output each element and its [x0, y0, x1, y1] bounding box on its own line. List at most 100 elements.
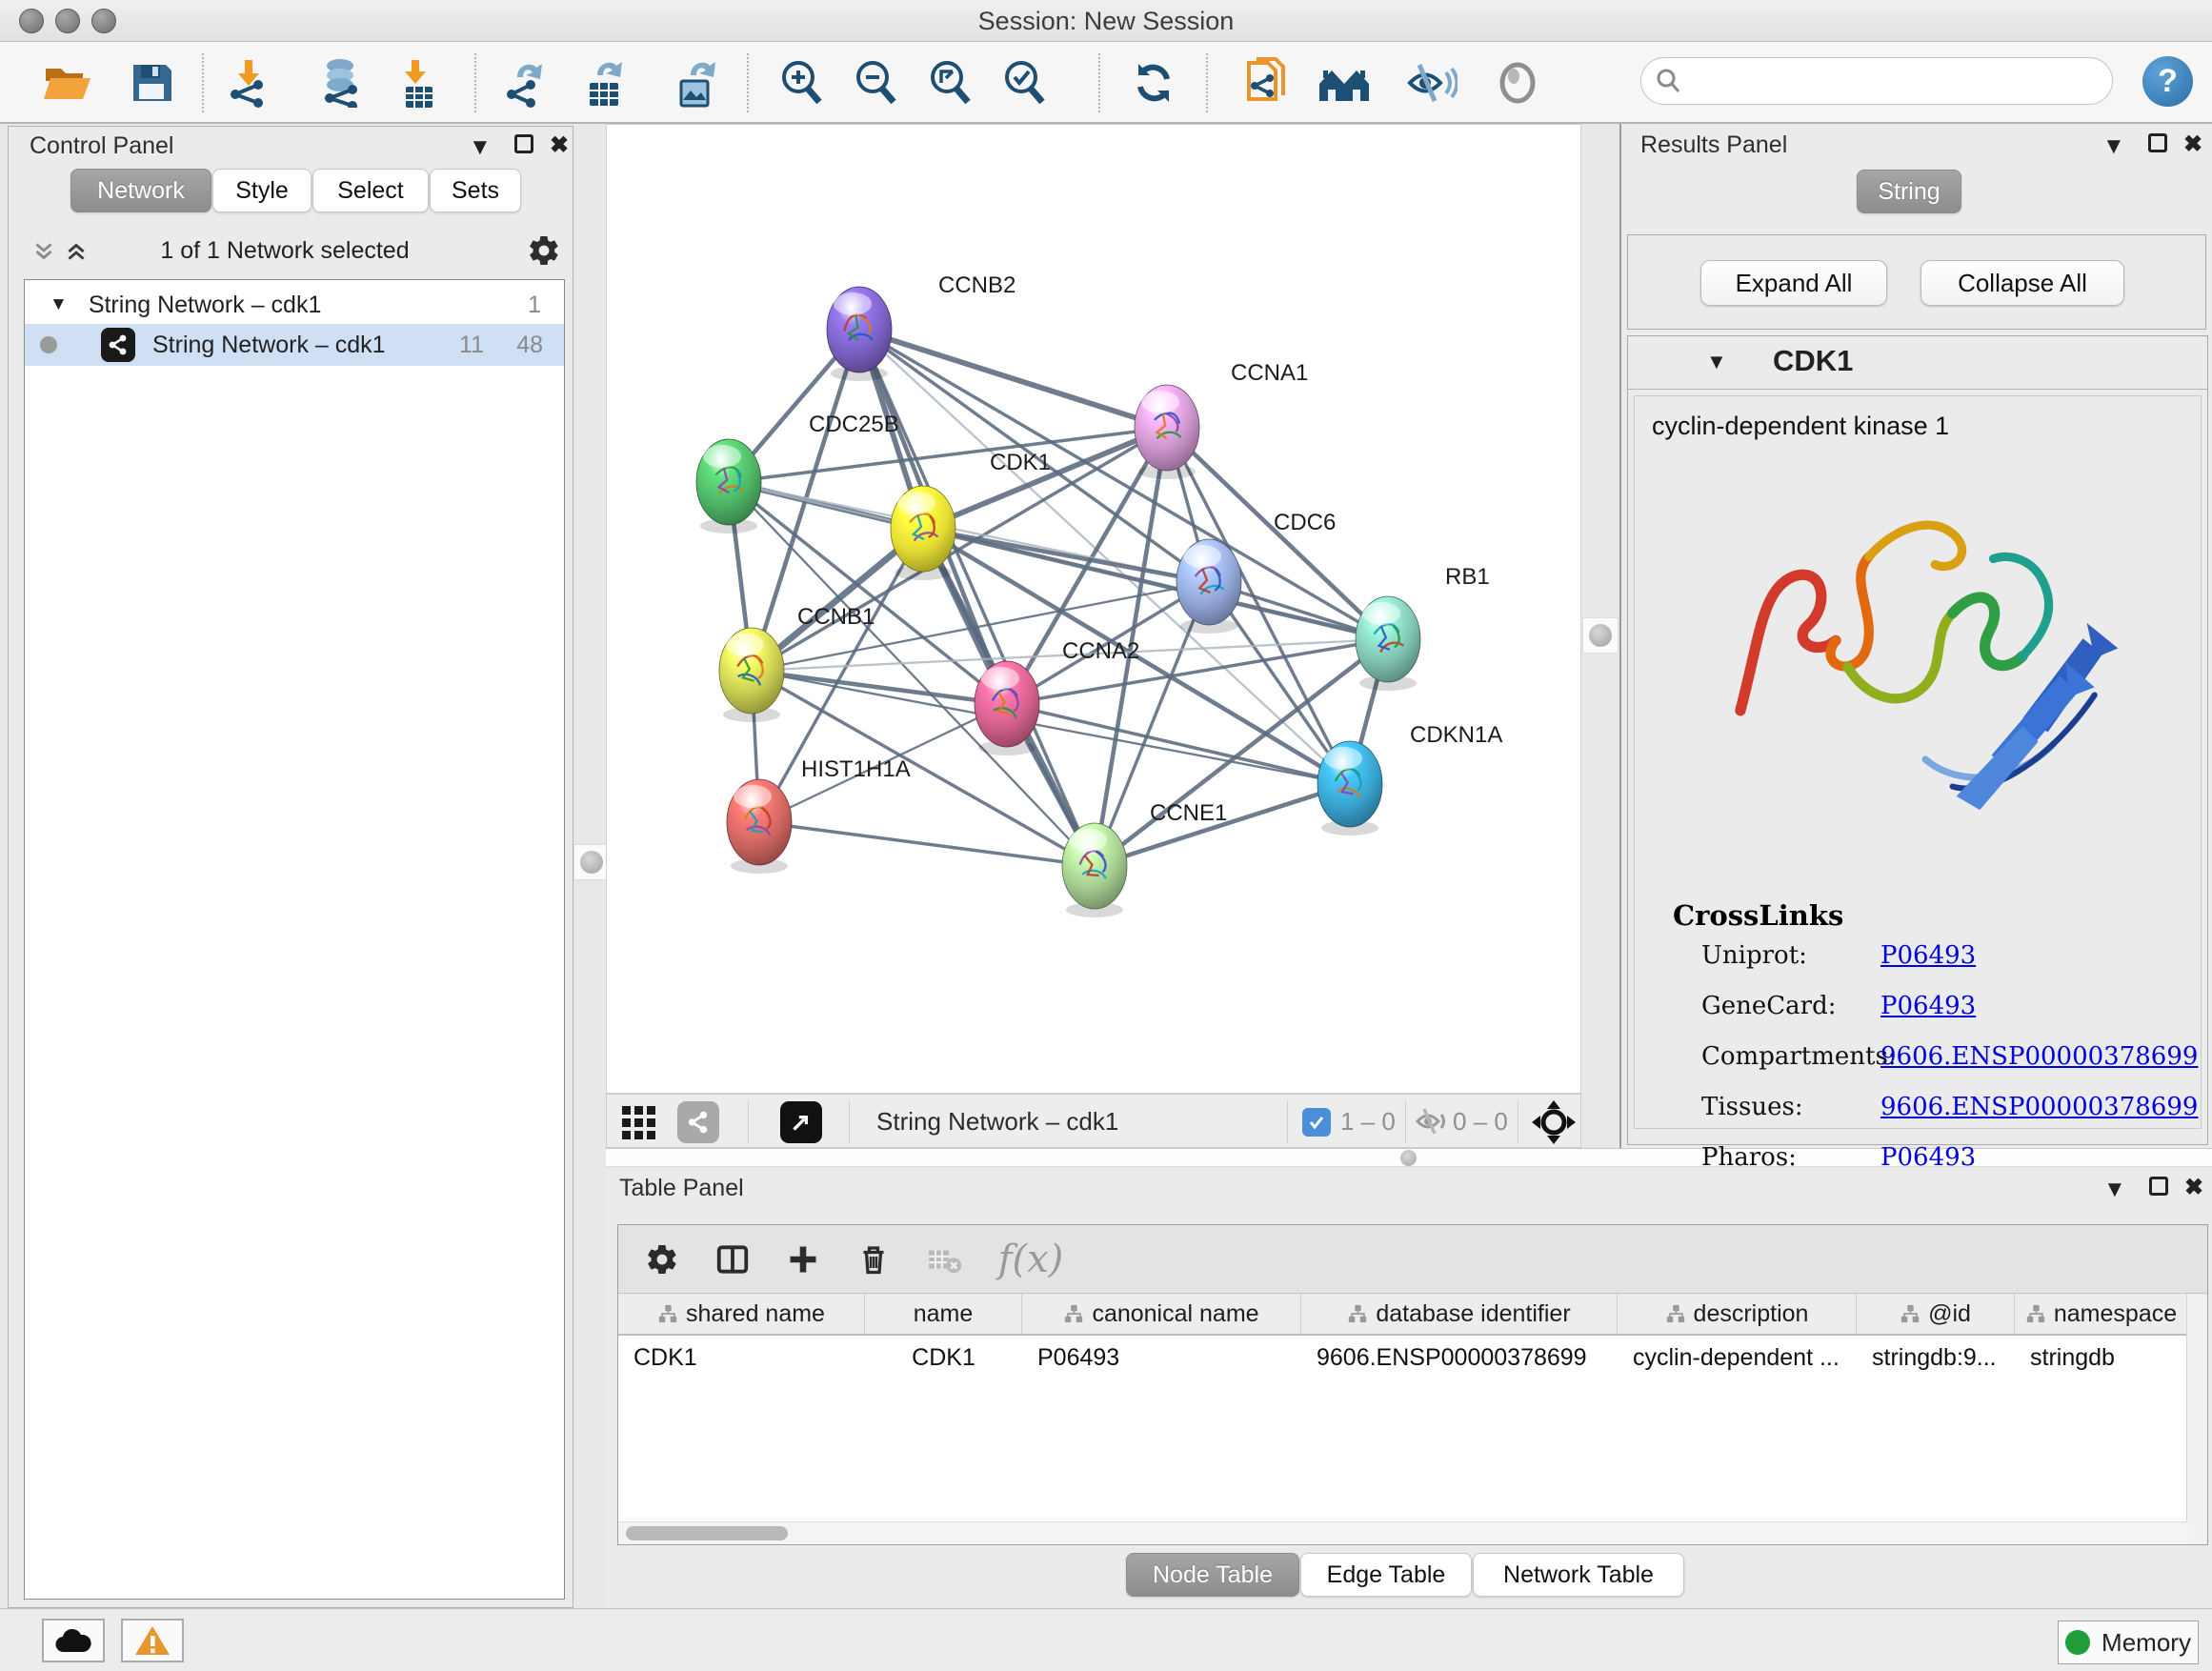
crosslink-value[interactable]: P06493 — [1880, 992, 1976, 1020]
tab-sets[interactable]: Sets — [430, 169, 521, 212]
network-node-RB1[interactable] — [1356, 596, 1420, 682]
tab-network-table[interactable]: Network Table — [1473, 1553, 1684, 1597]
table-panel-float-icon[interactable] — [2149, 1177, 2168, 1200]
network-edge[interactable] — [759, 822, 1095, 866]
show-column-button[interactable] — [706, 1233, 759, 1286]
table-cell[interactable]: cyclin-dependent ... — [1618, 1338, 1857, 1379]
export-image-button[interactable] — [669, 55, 724, 111]
expand-all-button[interactable]: Expand All — [1700, 260, 1887, 306]
add-column-button[interactable] — [776, 1233, 830, 1286]
table-row[interactable]: CDK1CDK1P064939606.ENSP00000378699cyclin… — [618, 1338, 2188, 1379]
open-session-button[interactable] — [40, 55, 95, 111]
protein-entry-header[interactable]: ▼ CDK1 — [1628, 336, 2207, 390]
collapse-all-button[interactable]: Collapse All — [1920, 260, 2124, 306]
table-settings-button[interactable] — [635, 1233, 689, 1286]
search-input[interactable] — [1681, 68, 2081, 94]
network-collection-row[interactable]: ▼ String Network – cdk1 1 — [25, 284, 564, 326]
column-header-database-identifier[interactable]: database identifier — [1301, 1294, 1618, 1334]
right-splitter-grip[interactable] — [1582, 617, 1619, 654]
birdseye-navigator-button[interactable] — [1531, 1099, 1577, 1145]
results-panel-close-icon[interactable]: ✖ — [2183, 133, 2202, 156]
export-table-button[interactable] — [577, 55, 633, 111]
tab-network[interactable]: Network — [70, 169, 211, 212]
table-vertical-scrollbar[interactable] — [2186, 1294, 2207, 1544]
control-panel-float-icon[interactable] — [514, 134, 533, 158]
table-cell[interactable]: CDK1 — [618, 1338, 865, 1379]
column-header-shared-name[interactable]: shared name — [618, 1294, 865, 1334]
import-database-button[interactable] — [312, 55, 368, 111]
eye-slash-icon — [1406, 61, 1458, 105]
refresh-button[interactable] — [1126, 55, 1181, 111]
export-network-button[interactable] — [499, 55, 554, 111]
network-edge[interactable] — [859, 330, 1095, 866]
table-cell[interactable]: stringdb — [2015, 1338, 2188, 1379]
help-button[interactable]: ? — [2142, 56, 2193, 107]
control-panel-menu-icon[interactable]: ▼ — [469, 136, 492, 159]
selected-checkbox[interactable] — [1302, 1108, 1331, 1137]
network-view-mode-button[interactable] — [677, 1101, 719, 1143]
network-canvas[interactable]: CCNB2CCNA1CDC25BCDK1CDC6RB1CCNB1CCNA2CDK… — [606, 124, 1581, 1094]
network-node-CCNA1[interactable] — [1135, 385, 1199, 471]
share-document-button[interactable] — [1238, 55, 1294, 111]
network-node-CCNE1[interactable] — [1062, 823, 1127, 909]
network-node-CCNB1[interactable] — [719, 628, 784, 714]
network-node-CDC25B[interactable] — [696, 439, 761, 525]
show-selection-button[interactable] — [1490, 55, 1545, 111]
network-graph[interactable]: CCNB2CCNA1CDC25BCDK1CDC6RB1CCNB1CCNA2CDK… — [607, 125, 1580, 1093]
column-header-namespace[interactable]: namespace — [2015, 1294, 2188, 1334]
gear-icon[interactable] — [527, 233, 561, 268]
column-header-name[interactable]: name — [865, 1294, 1022, 1334]
network-row-selected[interactable]: String Network – cdk1 11 48 — [25, 324, 564, 366]
left-splitter-grip[interactable] — [573, 844, 610, 880]
tab-string[interactable]: String — [1857, 170, 1961, 213]
crosslink-value[interactable]: 9606.ENSP00000378699 — [1880, 1042, 2198, 1071]
network-edge[interactable] — [859, 330, 1167, 428]
column-header--id[interactable]: @id — [1857, 1294, 2015, 1334]
zoom-out-button[interactable] — [848, 55, 903, 111]
table-cell[interactable]: CDK1 — [865, 1338, 1022, 1379]
tab-select[interactable]: Select — [312, 169, 429, 212]
delete-column-button[interactable] — [847, 1233, 900, 1286]
zoom-in-button[interactable] — [774, 55, 829, 111]
grid-view-button[interactable] — [620, 1102, 660, 1142]
crosslink-value[interactable]: 9606.ENSP00000378699 — [1880, 1093, 2198, 1121]
zoom-fit-button[interactable] — [922, 55, 977, 111]
network-edge[interactable] — [1007, 704, 1350, 784]
table-panel-close-icon[interactable]: ✖ — [2184, 1177, 2203, 1199]
table-cell[interactable]: 9606.ENSP00000378699 — [1301, 1338, 1618, 1379]
network-node-HIST1H1A[interactable] — [727, 779, 792, 865]
network-edge[interactable] — [859, 330, 1388, 639]
cloud-status-button[interactable] — [42, 1619, 105, 1662]
network-home-button[interactable] — [1317, 55, 1372, 111]
network-node-CCNA2[interactable] — [975, 661, 1039, 747]
detach-view-button[interactable] — [780, 1101, 822, 1143]
expand-all-icon[interactable] — [31, 239, 56, 264]
table-horizontal-scrollbar[interactable] — [618, 1521, 2188, 1544]
network-node-CDKN1A[interactable] — [1317, 741, 1382, 827]
warning-status-button[interactable] — [121, 1619, 184, 1662]
save-session-button[interactable] — [124, 55, 179, 111]
zoom-selected-button[interactable] — [996, 55, 1052, 111]
import-table-button[interactable] — [391, 55, 446, 111]
network-node-CCNB2[interactable] — [827, 287, 892, 372]
results-panel-float-icon[interactable] — [2148, 133, 2167, 157]
control-panel-close-icon[interactable]: ✖ — [550, 134, 569, 157]
hide-selection-button[interactable] — [1404, 55, 1459, 111]
table-cell[interactable]: P06493 — [1022, 1338, 1301, 1379]
table-cell[interactable]: stringdb:9... — [1857, 1338, 2015, 1379]
column-header-canonical-name[interactable]: canonical name — [1022, 1294, 1301, 1334]
table-panel-menu-icon[interactable]: ▼ — [2103, 1178, 2126, 1201]
tab-node-table[interactable]: Node Table — [1126, 1553, 1299, 1597]
crosslink-value[interactable]: P06493 — [1880, 941, 1976, 970]
memory-button[interactable]: Memory — [2058, 1621, 2199, 1664]
tab-edge-table[interactable]: Edge Table — [1300, 1553, 1472, 1597]
import-network-button[interactable] — [221, 55, 276, 111]
collapse-all-icon[interactable] — [64, 239, 89, 264]
column-header-description[interactable]: description — [1618, 1294, 1857, 1334]
network-node-CDK1[interactable] — [891, 486, 955, 572]
network-edge[interactable] — [752, 671, 1007, 704]
network-node-CDC6[interactable] — [1176, 539, 1241, 625]
collapse-entry-icon[interactable]: ▼ — [1706, 350, 1727, 374]
tab-style[interactable]: Style — [212, 169, 312, 212]
results-panel-menu-icon[interactable]: ▼ — [2102, 135, 2125, 158]
